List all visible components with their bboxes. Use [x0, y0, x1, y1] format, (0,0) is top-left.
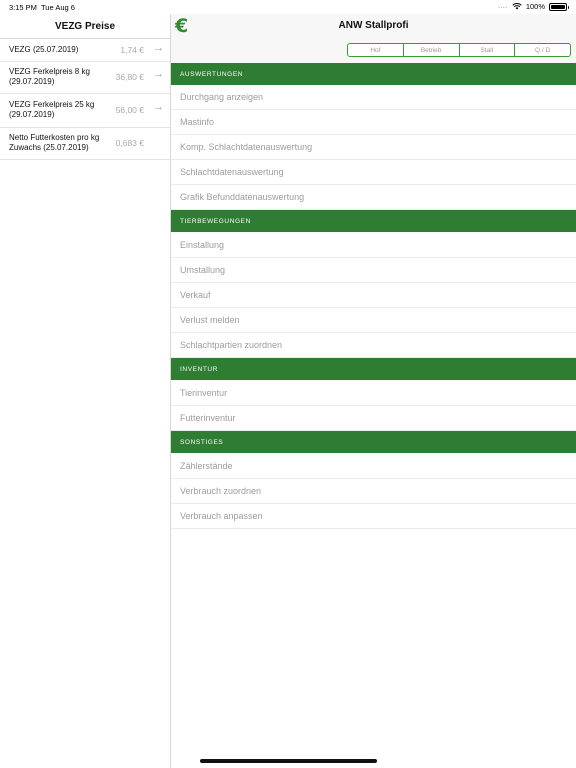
- status-indicators: .... 100%: [498, 2, 569, 11]
- home-indicator[interactable]: [200, 759, 377, 763]
- prices-panel-title: VEZG Preise: [0, 14, 170, 39]
- price-value: 56,00 €: [115, 105, 144, 115]
- price-row[interactable]: VEZG Ferkelpreis 25 kg (29.07.2019) 56,0…: [0, 94, 170, 128]
- arrow-right-icon[interactable]: →: [153, 68, 164, 80]
- menu-item-tierinventur[interactable]: Tierinventur: [171, 381, 576, 406]
- price-label: VEZG Ferkelpreis 25 kg (29.07.2019): [9, 100, 95, 119]
- menu-item-schlachtpartien-zuordnen[interactable]: Schlachtpartien zuordnen: [171, 333, 576, 358]
- top-bar: € ANW Stallprofi Hof Betrieb Stall Q / D: [171, 14, 576, 64]
- price-value: 1,74 €: [120, 45, 144, 55]
- menu-item-zaehlerstaende[interactable]: Zählerstände: [171, 454, 576, 479]
- battery-percent: 100%: [525, 2, 545, 11]
- price-value: 36,80 €: [115, 72, 144, 82]
- price-value: 0,683 €: [115, 138, 144, 148]
- menu-panel: € ANW Stallprofi Hof Betrieb Stall Q / D…: [171, 14, 576, 768]
- menu-item-verlust-melden[interactable]: Verlust melden: [171, 308, 576, 333]
- price-row[interactable]: VEZG Ferkelpreis 8 kg (29.07.2019) 36,80…: [0, 62, 170, 94]
- section-header-auswertungen: AUSWERTUNGEN: [171, 63, 576, 85]
- section-header-tierbewegungen: TIERBEWEGUNGEN: [171, 210, 576, 232]
- menu-item-umstallung[interactable]: Umstallung: [171, 258, 576, 283]
- price-label: VEZG Ferkelpreis 8 kg (29.07.2019): [9, 67, 90, 86]
- arrow-right-icon[interactable]: →: [153, 42, 164, 54]
- price-label: VEZG (25.07.2019): [9, 45, 79, 54]
- price-label: Netto Futterkosten pro kg Zuwachs (25.07…: [9, 133, 100, 152]
- menu-item-schlachtdatenauswertung[interactable]: Schlachtdatenauswertung: [171, 160, 576, 185]
- price-row[interactable]: VEZG (25.07.2019) 1,74 € →: [0, 39, 170, 62]
- menu-item-grafik-befunddatenauswertung[interactable]: Grafik Befunddatenauswertung: [171, 185, 576, 210]
- section-header-sonstiges: SONSTIGES: [171, 431, 576, 453]
- menu-item-futterinventur[interactable]: Futterinventur: [171, 406, 576, 431]
- battery-icon: [549, 2, 569, 11]
- menu-item-verbrauch-zuordnen[interactable]: Verbrauch zuordnen: [171, 479, 576, 504]
- menu-item-komp-schlachtdatenauswertung[interactable]: Komp. Schlachtdatenauswertung: [171, 135, 576, 160]
- wifi-icon: [512, 3, 522, 10]
- menu-item-verkauf[interactable]: Verkauf: [171, 283, 576, 308]
- segment-qd[interactable]: Q / D: [515, 44, 570, 56]
- menu-item-verbrauch-anpassen[interactable]: Verbrauch anpassen: [171, 504, 576, 529]
- status-bar: 3:15 PM Tue Aug 6 .... 100%: [0, 0, 576, 14]
- arrow-right-icon[interactable]: →: [153, 101, 164, 113]
- prices-panel: VEZG Preise VEZG (25.07.2019) 1,74 € → V…: [0, 14, 171, 768]
- menu-item-einstallung[interactable]: Einstallung: [171, 233, 576, 258]
- scope-segmented-control[interactable]: Hof Betrieb Stall Q / D: [347, 43, 571, 57]
- price-row[interactable]: Netto Futterkosten pro kg Zuwachs (25.07…: [0, 128, 170, 160]
- status-date: Tue Aug 6: [41, 3, 75, 12]
- app-title: ANW Stallprofi: [338, 20, 409, 31]
- menu-item-durchgang-anzeigen[interactable]: Durchgang anzeigen: [171, 85, 576, 110]
- menu-item-mastinfo[interactable]: Mastinfo: [171, 110, 576, 135]
- section-header-inventur: INVENTUR: [171, 358, 576, 380]
- signal-dots: ....: [498, 3, 508, 10]
- segment-betrieb[interactable]: Betrieb: [404, 44, 460, 56]
- status-time: 3:15 PM: [9, 3, 37, 12]
- segment-stall[interactable]: Stall: [460, 44, 516, 56]
- segment-hof[interactable]: Hof: [348, 44, 404, 56]
